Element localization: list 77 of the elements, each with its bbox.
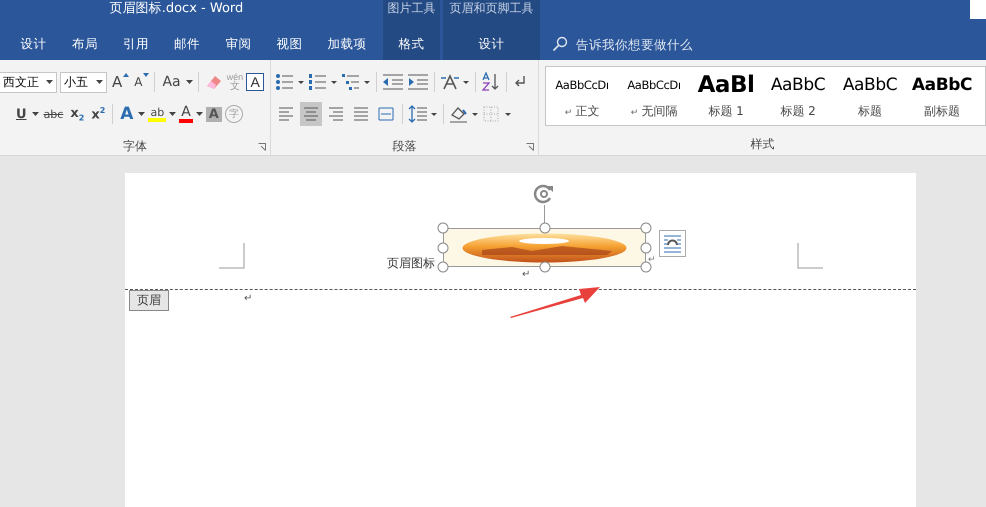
image-frame[interactable]	[443, 228, 646, 267]
sort-icon[interactable]	[481, 72, 501, 92]
contextual-group-label: 页眉和页脚工具	[448, 0, 534, 17]
style-item[interactable]: AaBbC 标题	[834, 67, 906, 125]
font-size-field[interactable]: 小五	[60, 72, 107, 92]
align-left-icon	[278, 107, 294, 121]
style-item[interactable]: AaBbCcDı ↵ 正文	[546, 67, 618, 125]
text-direction-icon[interactable]	[440, 73, 470, 91]
font-color-button[interactable]: A	[179, 106, 193, 122]
rotate-handle-icon[interactable]	[533, 183, 555, 205]
dropdown-icon[interactable]	[32, 112, 39, 116]
style-item[interactable]: AaBbC 副标题	[906, 67, 978, 125]
grow-font-button[interactable]: A	[110, 73, 124, 91]
layout-options-icon[interactable]	[659, 230, 686, 257]
resize-handle[interactable]	[438, 222, 448, 234]
text-effects-button[interactable]: A	[118, 104, 136, 124]
ribbon-tab[interactable]: 引用	[110, 28, 162, 60]
bullets-icon[interactable]	[275, 73, 305, 91]
paragraph-mark: ↵	[244, 293, 252, 304]
window-title: 页眉图标.docx - Word	[108, 0, 244, 18]
dropdown-icon	[96, 80, 103, 84]
dropdown-icon[interactable]	[186, 80, 193, 84]
ribbon-tab[interactable]: 设计	[443, 28, 540, 60]
multilevel-list-icon[interactable]	[341, 73, 371, 91]
align-right-icon	[328, 107, 344, 121]
style-item[interactable]: AaBbC 标题 2	[762, 67, 834, 125]
underline-button[interactable]: U	[14, 106, 29, 122]
font-name-field[interactable]: 西文正	[0, 72, 57, 92]
resize-handle[interactable]	[539, 222, 550, 234]
resize-handle[interactable]	[640, 222, 652, 234]
paragraph-mark: ↵	[648, 255, 656, 265]
dropdown-icon[interactable]	[169, 112, 176, 116]
caret-up-icon	[123, 73, 130, 77]
group-label: 样式	[750, 136, 774, 153]
alignment-button[interactable]	[300, 102, 322, 126]
ribbon-tab[interactable]: 邮件	[162, 28, 213, 60]
caret-down-icon	[143, 73, 150, 77]
dropdown-icon[interactable]	[138, 112, 146, 116]
group-label: 字体	[123, 138, 147, 154]
header-tag: 页眉	[129, 290, 169, 311]
character-border-button[interactable]: A	[246, 73, 264, 91]
resize-handle[interactable]	[438, 262, 448, 272]
paragraph-mark: ↵	[522, 269, 530, 280]
numbering-icon[interactable]	[308, 73, 338, 91]
align-center-icon	[303, 107, 319, 121]
crop-mark	[797, 243, 823, 269]
subscript-button[interactable]: x$_{2}$	[68, 106, 86, 122]
dialog-launcher-icon[interactable]	[258, 143, 266, 151]
decrease-indent-icon[interactable]	[382, 73, 404, 91]
ribbon-tab[interactable]: 布局	[59, 28, 110, 60]
line-spacing-icon[interactable]	[408, 104, 438, 124]
ribbon-tab[interactable]: 设计	[8, 28, 60, 60]
justify-icon	[353, 107, 369, 121]
strikethrough-button[interactable]: abc	[42, 108, 66, 120]
change-case-button[interactable]: Aa	[160, 74, 183, 90]
resize-handle[interactable]	[438, 242, 448, 253]
increase-indent-icon[interactable]	[407, 73, 429, 91]
shrink-font-button[interactable]: A	[132, 75, 144, 89]
ribbon-tab[interactable]: 加载项	[315, 28, 380, 60]
search-icon	[552, 36, 568, 52]
dialog-launcher-icon[interactable]	[526, 143, 534, 151]
ribbon-tab[interactable]: 审阅	[212, 28, 264, 60]
distributed-icon	[378, 107, 394, 121]
contextual-group-label: 图片工具	[386, 0, 436, 17]
dropdown-icon	[46, 80, 53, 84]
group-label: 段落	[392, 138, 416, 154]
highlight-button[interactable]: ab	[148, 106, 166, 122]
style-item[interactable]: AaBl 标题 1	[690, 67, 762, 125]
tell-me-field[interactable]: 告诉我你想要做什么	[574, 36, 738, 52]
style-item[interactable]: AaBbCcDı ↵ 无间隔	[618, 67, 690, 125]
superscript-button[interactable]: x$^{2}$	[89, 106, 108, 122]
crop-mark	[219, 243, 245, 269]
header-text: 页眉图标	[387, 255, 435, 272]
resize-handle[interactable]	[640, 262, 652, 272]
ribbon-tab[interactable]: 视图	[264, 28, 316, 60]
dropdown-icon[interactable]	[196, 112, 203, 116]
ribbon-tab[interactable]: 格式	[383, 28, 440, 60]
